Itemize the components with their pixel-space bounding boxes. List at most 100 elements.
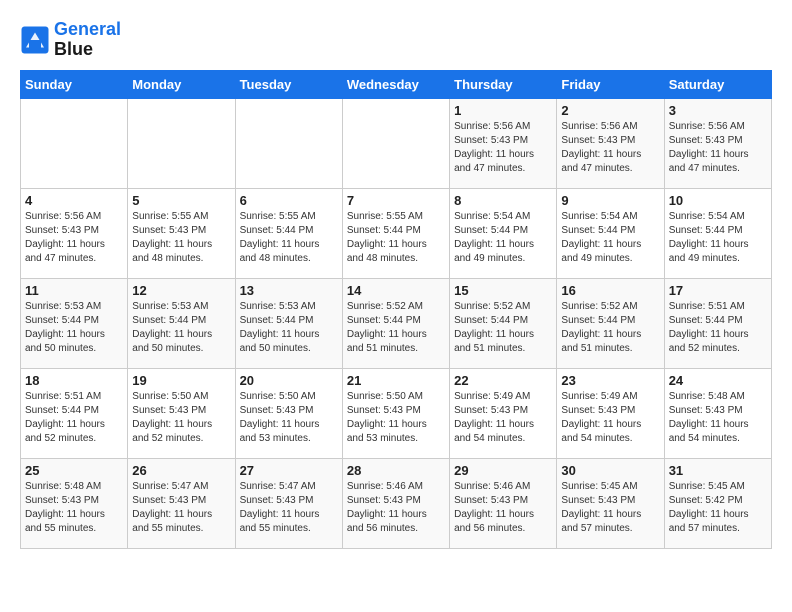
day-number: 3 xyxy=(669,103,767,118)
day-number: 1 xyxy=(454,103,552,118)
day-number: 26 xyxy=(132,463,230,478)
calendar-cell: 21 Sunrise: 5:50 AM Sunset: 5:43 PM Dayli… xyxy=(342,368,449,458)
logo: General Blue xyxy=(20,20,121,60)
calendar-cell: 2 Sunrise: 5:56 AM Sunset: 5:43 PM Daylig… xyxy=(557,98,664,188)
calendar-week-row: 4 Sunrise: 5:56 AM Sunset: 5:43 PM Daylig… xyxy=(21,188,772,278)
day-info: Sunrise: 5:52 AM Sunset: 5:44 PM Dayligh… xyxy=(454,300,552,356)
weekday-header-row: SundayMondayTuesdayWednesdayThursdayFrid… xyxy=(21,70,772,98)
calendar-cell: 15 Sunrise: 5:52 AM Sunset: 5:44 PM Dayli… xyxy=(450,278,557,368)
weekday-header-sunday: Sunday xyxy=(21,70,128,98)
calendar-week-row: 18 Sunrise: 5:51 AM Sunset: 5:44 PM Dayli… xyxy=(21,368,772,458)
weekday-header-saturday: Saturday xyxy=(664,70,771,98)
day-info: Sunrise: 5:48 AM Sunset: 5:43 PM Dayligh… xyxy=(25,480,123,536)
day-number: 7 xyxy=(347,193,445,208)
day-number: 12 xyxy=(132,283,230,298)
weekday-header-monday: Monday xyxy=(128,70,235,98)
day-info: Sunrise: 5:50 AM Sunset: 5:43 PM Dayligh… xyxy=(347,390,445,446)
day-number: 20 xyxy=(240,373,338,388)
calendar-cell: 7 Sunrise: 5:55 AM Sunset: 5:44 PM Daylig… xyxy=(342,188,449,278)
day-number: 19 xyxy=(132,373,230,388)
calendar-cell: 16Sunrise: 5:52 AM Sunset: 5:44 PM Dayli… xyxy=(557,278,664,368)
calendar-cell: 31 Sunrise: 5:45 AM Sunset: 5:42 PM Dayli… xyxy=(664,458,771,548)
calendar-cell: 3 Sunrise: 5:56 AM Sunset: 5:43 PM Daylig… xyxy=(664,98,771,188)
day-info: Sunrise: 5:54 AM Sunset: 5:44 PM Dayligh… xyxy=(454,210,552,266)
calendar-cell: 18 Sunrise: 5:51 AM Sunset: 5:44 PM Dayli… xyxy=(21,368,128,458)
day-info: Sunrise: 5:54 AM Sunset: 5:44 PM Dayligh… xyxy=(669,210,767,266)
calendar-cell xyxy=(235,98,342,188)
day-number: 15 xyxy=(454,283,552,298)
day-info: Sunrise: 5:52 AM Sunset: 5:44 PM Dayligh… xyxy=(347,300,445,356)
calendar-cell: 30 Sunrise: 5:45 AM Sunset: 5:43 PM Dayli… xyxy=(557,458,664,548)
day-info: Sunrise: 5:56 AM Sunset: 5:43 PM Dayligh… xyxy=(669,120,767,176)
day-info: Sunrise: 5:45 AM Sunset: 5:43 PM Dayligh… xyxy=(561,480,659,536)
day-info: Sunrise: 5:56 AM Sunset: 5:43 PM Dayligh… xyxy=(561,120,659,176)
day-info: Sunrise: 5:47 AM Sunset: 5:43 PM Dayligh… xyxy=(240,480,338,536)
day-info: Sunrise: 5:48 AM Sunset: 5:43 PM Dayligh… xyxy=(669,390,767,446)
calendar-cell: 20 Sunrise: 5:50 AM Sunset: 5:43 PM Dayli… xyxy=(235,368,342,458)
day-info: Sunrise: 5:55 AM Sunset: 5:44 PM Dayligh… xyxy=(347,210,445,266)
calendar-cell: 8 Sunrise: 5:54 AM Sunset: 5:44 PM Daylig… xyxy=(450,188,557,278)
day-number: 24 xyxy=(669,373,767,388)
day-info: Sunrise: 5:49 AM Sunset: 5:43 PM Dayligh… xyxy=(561,390,659,446)
calendar-cell: 9Sunrise: 5:54 AM Sunset: 5:44 PM Daylig… xyxy=(557,188,664,278)
calendar-cell: 25Sunrise: 5:48 AM Sunset: 5:43 PM Dayli… xyxy=(21,458,128,548)
weekday-header-thursday: Thursday xyxy=(450,70,557,98)
calendar-week-row: 25Sunrise: 5:48 AM Sunset: 5:43 PM Dayli… xyxy=(21,458,772,548)
day-number: 17 xyxy=(669,283,767,298)
calendar-cell: 1Sunrise: 5:56 AM Sunset: 5:43 PM Daylig… xyxy=(450,98,557,188)
calendar-cell: 4 Sunrise: 5:56 AM Sunset: 5:43 PM Daylig… xyxy=(21,188,128,278)
calendar-week-row: 11 Sunrise: 5:53 AM Sunset: 5:44 PM Dayli… xyxy=(21,278,772,368)
day-number: 31 xyxy=(669,463,767,478)
day-number: 14 xyxy=(347,283,445,298)
day-info: Sunrise: 5:54 AM Sunset: 5:44 PM Dayligh… xyxy=(561,210,659,266)
day-number: 30 xyxy=(561,463,659,478)
day-info: Sunrise: 5:56 AM Sunset: 5:43 PM Dayligh… xyxy=(25,210,123,266)
calendar-cell: 26 Sunrise: 5:47 AM Sunset: 5:43 PM Dayli… xyxy=(128,458,235,548)
calendar-cell: 19Sunrise: 5:50 AM Sunset: 5:43 PM Dayli… xyxy=(128,368,235,458)
day-number: 28 xyxy=(347,463,445,478)
day-number: 13 xyxy=(240,283,338,298)
day-number: 5 xyxy=(132,193,230,208)
calendar-cell: 5 Sunrise: 5:55 AM Sunset: 5:43 PM Daylig… xyxy=(128,188,235,278)
calendar-cell: 22 Sunrise: 5:49 AM Sunset: 5:43 PM Dayli… xyxy=(450,368,557,458)
calendar-cell: 14 Sunrise: 5:52 AM Sunset: 5:44 PM Dayli… xyxy=(342,278,449,368)
day-info: Sunrise: 5:47 AM Sunset: 5:43 PM Dayligh… xyxy=(132,480,230,536)
logo-text: General Blue xyxy=(54,20,121,60)
calendar-table: SundayMondayTuesdayWednesdayThursdayFrid… xyxy=(20,70,772,549)
calendar-cell xyxy=(342,98,449,188)
day-number: 27 xyxy=(240,463,338,478)
day-number: 2 xyxy=(561,103,659,118)
day-number: 18 xyxy=(25,373,123,388)
logo-icon xyxy=(20,25,50,55)
calendar-cell: 13 Sunrise: 5:53 AM Sunset: 5:44 PM Dayli… xyxy=(235,278,342,368)
day-number: 21 xyxy=(347,373,445,388)
day-info: Sunrise: 5:55 AM Sunset: 5:44 PM Dayligh… xyxy=(240,210,338,266)
calendar-cell: 12 Sunrise: 5:53 AM Sunset: 5:44 PM Dayli… xyxy=(128,278,235,368)
day-number: 11 xyxy=(25,283,123,298)
calendar-cell: 24 Sunrise: 5:48 AM Sunset: 5:43 PM Dayli… xyxy=(664,368,771,458)
day-info: Sunrise: 5:46 AM Sunset: 5:43 PM Dayligh… xyxy=(347,480,445,536)
day-info: Sunrise: 5:45 AM Sunset: 5:42 PM Dayligh… xyxy=(669,480,767,536)
day-info: Sunrise: 5:53 AM Sunset: 5:44 PM Dayligh… xyxy=(132,300,230,356)
calendar-cell: 11Sunrise: 5:53 AM Sunset: 5:44 PM Dayli… xyxy=(21,278,128,368)
calendar-cell: 6 Sunrise: 5:55 AM Sunset: 5:44 PM Daylig… xyxy=(235,188,342,278)
calendar-cell: 10Sunrise: 5:54 AM Sunset: 5:44 PM Dayli… xyxy=(664,188,771,278)
day-info: Sunrise: 5:51 AM Sunset: 5:44 PM Dayligh… xyxy=(25,390,123,446)
day-info: Sunrise: 5:53 AM Sunset: 5:44 PM Dayligh… xyxy=(240,300,338,356)
day-info: Sunrise: 5:51 AM Sunset: 5:44 PM Dayligh… xyxy=(669,300,767,356)
calendar-cell: 17 Sunrise: 5:51 AM Sunset: 5:44 PM Dayli… xyxy=(664,278,771,368)
day-number: 4 xyxy=(25,193,123,208)
calendar-cell xyxy=(128,98,235,188)
day-number: 6 xyxy=(240,193,338,208)
day-number: 22 xyxy=(454,373,552,388)
day-number: 23 xyxy=(561,373,659,388)
header: General Blue xyxy=(20,20,772,60)
day-info: Sunrise: 5:50 AM Sunset: 5:43 PM Dayligh… xyxy=(240,390,338,446)
day-number: 29 xyxy=(454,463,552,478)
calendar-cell xyxy=(21,98,128,188)
day-info: Sunrise: 5:55 AM Sunset: 5:43 PM Dayligh… xyxy=(132,210,230,266)
day-info: Sunrise: 5:49 AM Sunset: 5:43 PM Dayligh… xyxy=(454,390,552,446)
calendar-cell: 29Sunrise: 5:46 AM Sunset: 5:43 PM Dayli… xyxy=(450,458,557,548)
weekday-header-wednesday: Wednesday xyxy=(342,70,449,98)
day-number: 8 xyxy=(454,193,552,208)
